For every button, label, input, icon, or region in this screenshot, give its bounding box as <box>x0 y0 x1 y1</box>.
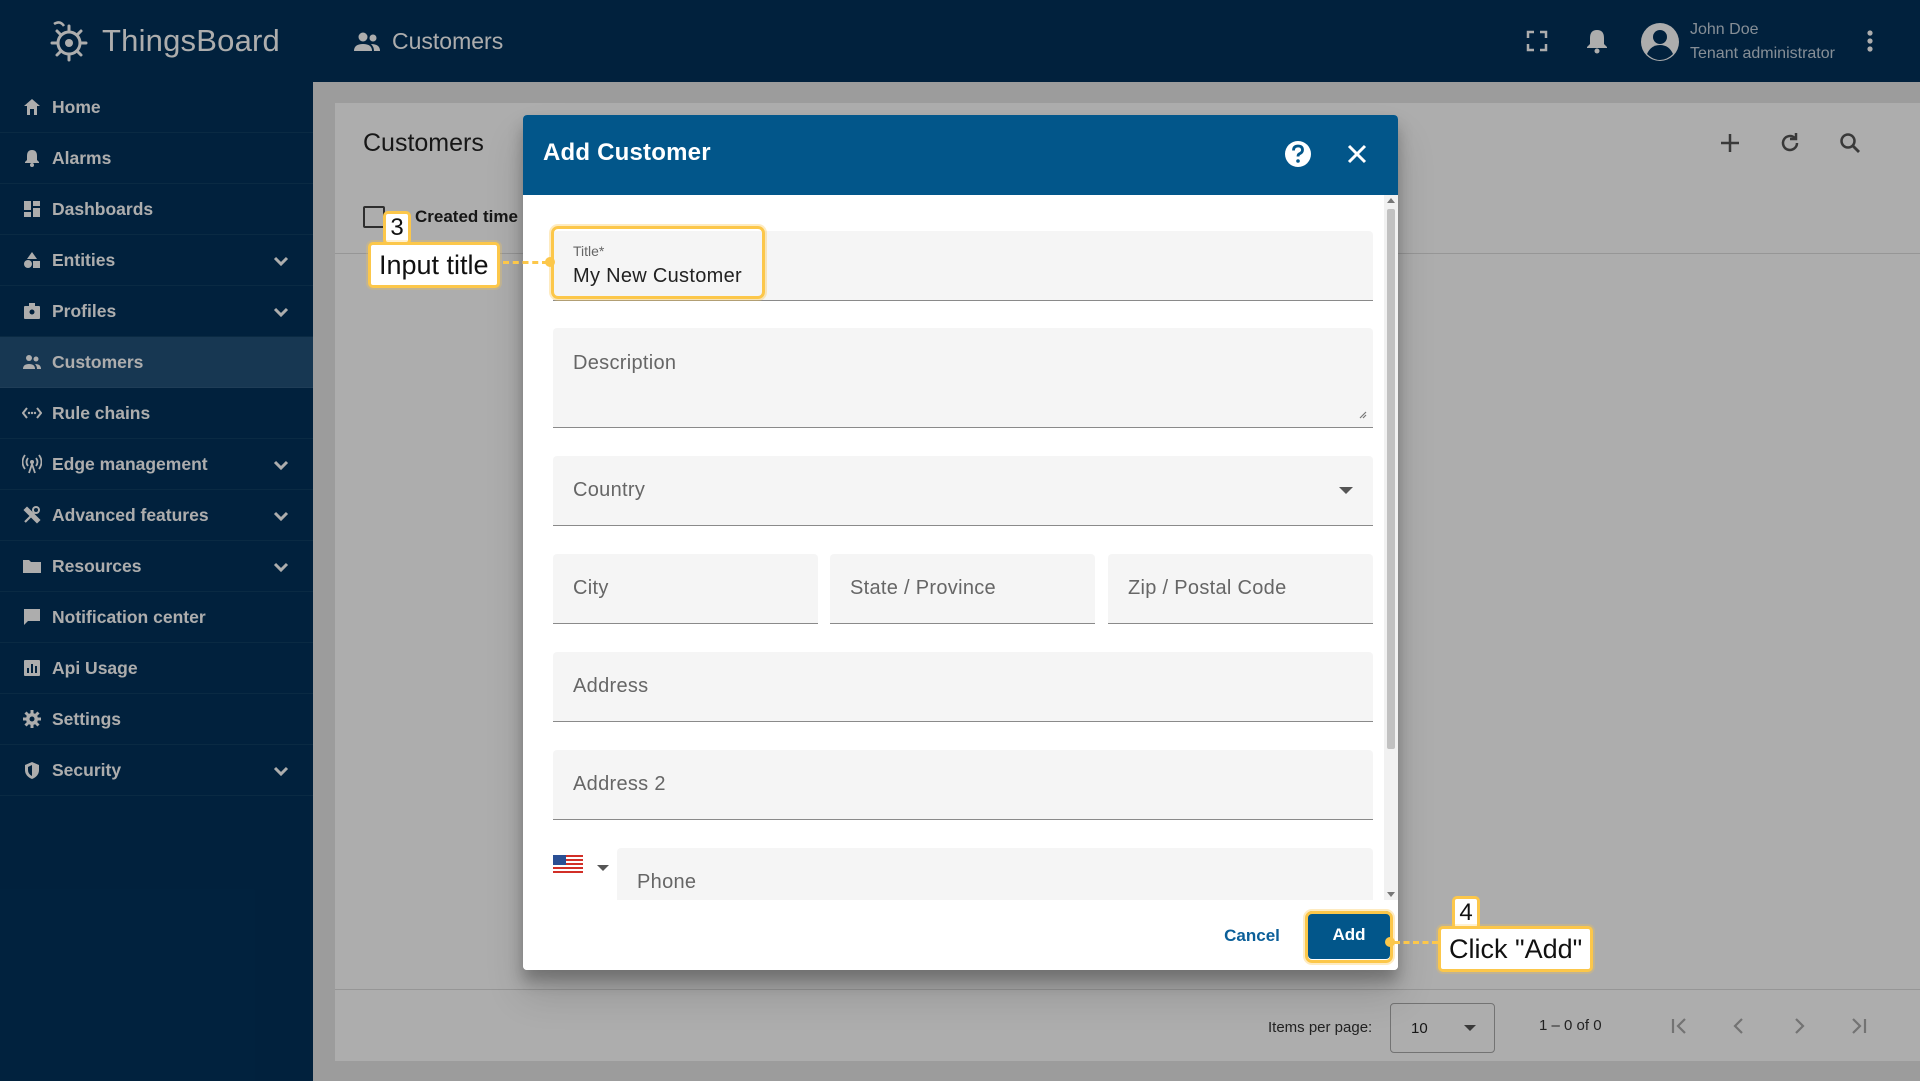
description-field[interactable]: Description <box>553 328 1373 428</box>
title-field-highlight <box>551 226 765 299</box>
phone-placeholder: Phone <box>637 871 697 893</box>
scrollbar-thumb[interactable] <box>1387 209 1395 749</box>
scroll-down-icon[interactable] <box>1387 892 1395 897</box>
dialog-header: Add Customer <box>523 115 1398 195</box>
address-field[interactable]: Address <box>553 652 1373 722</box>
country-placeholder: Country <box>573 479 646 501</box>
city-placeholder: City <box>573 577 609 599</box>
step-4-connector <box>1394 941 1438 944</box>
zip-postal-code-field[interactable]: Zip / Postal Code <box>1108 554 1373 624</box>
zip-placeholder: Zip / Postal Code <box>1128 577 1287 599</box>
description-placeholder: Description <box>573 352 677 374</box>
us-flag-icon[interactable] <box>553 855 583 873</box>
step-4-connector-dot <box>1385 937 1395 947</box>
state-placeholder: State / Province <box>850 577 996 599</box>
dialog-title: Add Customer <box>543 139 711 166</box>
address2-placeholder: Address 2 <box>573 773 666 795</box>
add-button-highlight <box>1305 911 1393 963</box>
country-select[interactable]: Country <box>553 456 1373 526</box>
scroll-up-icon[interactable] <box>1387 198 1395 203</box>
step-3-callout: Input title <box>368 242 500 288</box>
dropdown-arrow-icon <box>1339 487 1353 494</box>
address2-field[interactable]: Address 2 <box>553 750 1373 820</box>
step-3-badge: 3 <box>383 211 411 245</box>
step-4-callout: Click "Add" <box>1438 926 1594 972</box>
dialog-footer: Cancel Add <box>523 900 1398 970</box>
city-field[interactable]: City <box>553 554 818 624</box>
resize-handle-icon[interactable] <box>1357 409 1367 419</box>
close-icon[interactable] <box>1343 140 1371 168</box>
step-3-connector-dot <box>545 257 555 267</box>
state-province-field[interactable]: State / Province <box>830 554 1095 624</box>
dialog-scrollbar[interactable] <box>1384 195 1398 900</box>
step-4-badge: 4 <box>1452 896 1480 930</box>
country-code-dropdown-icon[interactable] <box>597 865 609 871</box>
address-placeholder: Address <box>573 675 649 697</box>
dialog-body: Title* My New Customer Description Count… <box>523 195 1398 918</box>
help-icon[interactable] <box>1283 139 1313 169</box>
cancel-button[interactable]: Cancel <box>1211 914 1293 958</box>
step-3-connector <box>503 261 548 264</box>
